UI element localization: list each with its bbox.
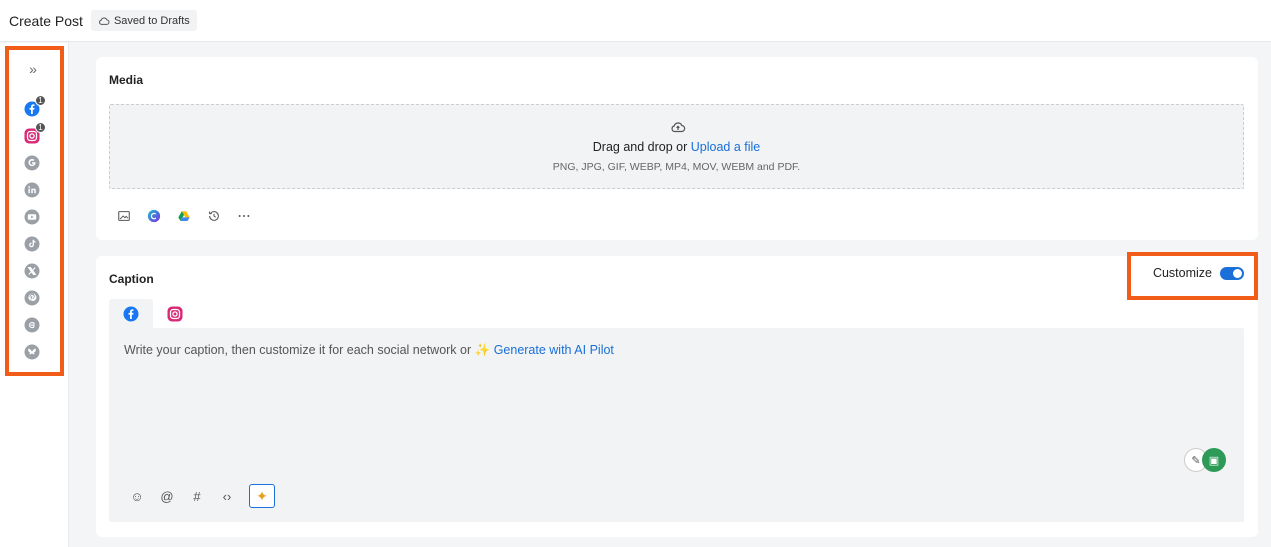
- more-icon[interactable]: [236, 208, 252, 224]
- instagram-icon[interactable]: 1: [23, 122, 46, 145]
- cloud-upload-icon: [671, 122, 686, 133]
- assistant-bot-icon[interactable]: ▣: [1202, 448, 1226, 472]
- customize-toggle[interactable]: [1220, 266, 1244, 280]
- instagram-icon: [167, 306, 183, 321]
- hashtag-icon[interactable]: #: [189, 488, 205, 504]
- draft-status-text: Saved to Drafts: [113, 14, 190, 27]
- mention-icon[interactable]: @: [159, 488, 175, 504]
- customize-control[interactable]: Customize: [1153, 266, 1244, 280]
- media-card: Media Drag and drop or Upload a file PNG…: [96, 57, 1258, 240]
- youtube-icon[interactable]: [23, 208, 41, 226]
- sparkle-icon: ✨: [474, 343, 491, 357]
- expand-sidebar-icon[interactable]: »: [24, 60, 42, 78]
- network-sidebar: » 1 1: [0, 43, 69, 547]
- caption-placeholder: Write your caption, then customize it fo…: [124, 343, 614, 358]
- caption-title: Caption: [109, 272, 154, 286]
- network-tabs: [109, 299, 197, 328]
- instagram-count-badge: 1: [35, 122, 46, 133]
- upload-file-link[interactable]: Upload a file: [691, 140, 761, 154]
- drop-instruction: Drag and drop or: [592, 140, 691, 154]
- supported-formats: PNG, JPG, GIF, WEBP, MP4, MOV, WEBM and …: [552, 161, 801, 173]
- caption-card: Caption Customize Write your caption, th…: [96, 252, 1258, 537]
- media-title: Media: [109, 73, 144, 87]
- pinterest-icon[interactable]: [23, 289, 41, 307]
- x-icon[interactable]: [23, 262, 41, 280]
- caption-editor[interactable]: Write your caption, then customize it fo…: [109, 328, 1244, 522]
- writing-assistant[interactable]: ✎ ▣: [1184, 448, 1226, 472]
- customize-label: Customize: [1152, 266, 1212, 280]
- media-dropzone[interactable]: Drag and drop or Upload a file PNG, JPG,…: [109, 104, 1244, 189]
- draft-status-badge: Saved to Drafts: [90, 10, 197, 31]
- image-icon[interactable]: [116, 208, 132, 224]
- ai-pilot-button[interactable]: ✦: [249, 484, 275, 508]
- media-toolbar: [116, 208, 252, 224]
- threads-icon[interactable]: [23, 316, 41, 334]
- top-bar: Create Post Saved to Drafts: [0, 0, 1271, 42]
- facebook-icon: [123, 306, 139, 321]
- tab-instagram[interactable]: [153, 299, 197, 328]
- google-icon[interactable]: [23, 154, 41, 172]
- dropzone-text: Drag and drop or Upload a file: [110, 140, 1243, 154]
- page-title: Create Post: [9, 12, 83, 29]
- facebook-count-badge: 1: [35, 95, 46, 106]
- linkedin-icon[interactable]: [23, 181, 41, 199]
- generate-ai-link[interactable]: Generate with AI Pilot: [494, 343, 614, 357]
- tiktok-icon[interactable]: [23, 235, 41, 253]
- code-icon[interactable]: ‹›: [219, 488, 235, 504]
- facebook-icon[interactable]: 1: [23, 95, 46, 118]
- placeholder-text: Write your caption, then customize it fo…: [124, 343, 475, 357]
- google-drive-icon[interactable]: [176, 208, 192, 224]
- history-icon[interactable]: [206, 208, 222, 224]
- canva-icon[interactable]: [146, 208, 162, 224]
- caption-toolbar: ☺ @ # ‹› ✦: [129, 484, 275, 508]
- tab-facebook[interactable]: [109, 299, 153, 328]
- cloud-icon: [99, 17, 110, 25]
- emoji-icon[interactable]: ☺: [129, 488, 145, 504]
- bluesky-icon[interactable]: [23, 343, 41, 361]
